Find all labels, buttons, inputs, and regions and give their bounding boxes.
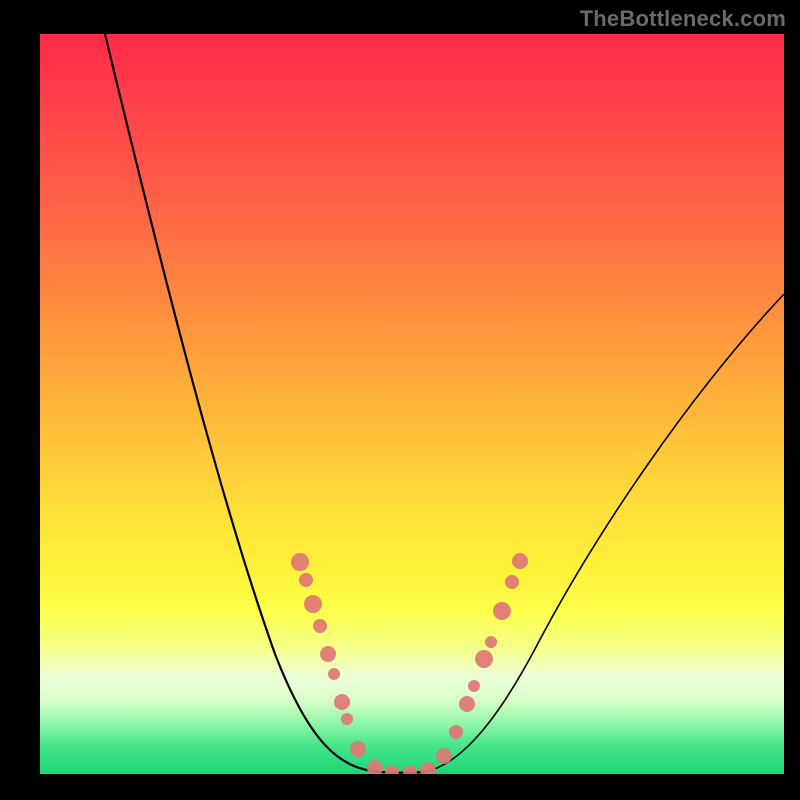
- watermark-text: TheBottleneck.com: [580, 6, 786, 32]
- data-marker: [449, 725, 463, 739]
- curve-right: [425, 294, 784, 772]
- data-marker: [475, 650, 493, 668]
- data-marker: [505, 575, 519, 589]
- data-marker: [304, 595, 322, 613]
- marker-group: [291, 553, 528, 774]
- data-marker: [367, 760, 383, 774]
- data-marker: [403, 765, 417, 774]
- data-marker: [291, 553, 309, 571]
- curve-left: [105, 34, 380, 772]
- data-marker: [328, 668, 340, 680]
- data-marker: [299, 573, 313, 587]
- data-marker: [341, 713, 353, 725]
- data-marker: [468, 680, 480, 692]
- data-marker: [350, 741, 366, 757]
- data-marker: [420, 762, 436, 774]
- data-marker: [459, 696, 475, 712]
- plot-area: [40, 34, 784, 774]
- data-marker: [320, 646, 336, 662]
- data-marker: [493, 602, 511, 620]
- curve-svg: [40, 34, 784, 774]
- data-marker: [385, 765, 399, 774]
- chart-frame: TheBottleneck.com: [0, 0, 800, 800]
- data-marker: [313, 619, 327, 633]
- data-marker: [485, 636, 497, 648]
- data-marker: [436, 748, 452, 764]
- data-marker: [512, 553, 528, 569]
- data-marker: [334, 694, 350, 710]
